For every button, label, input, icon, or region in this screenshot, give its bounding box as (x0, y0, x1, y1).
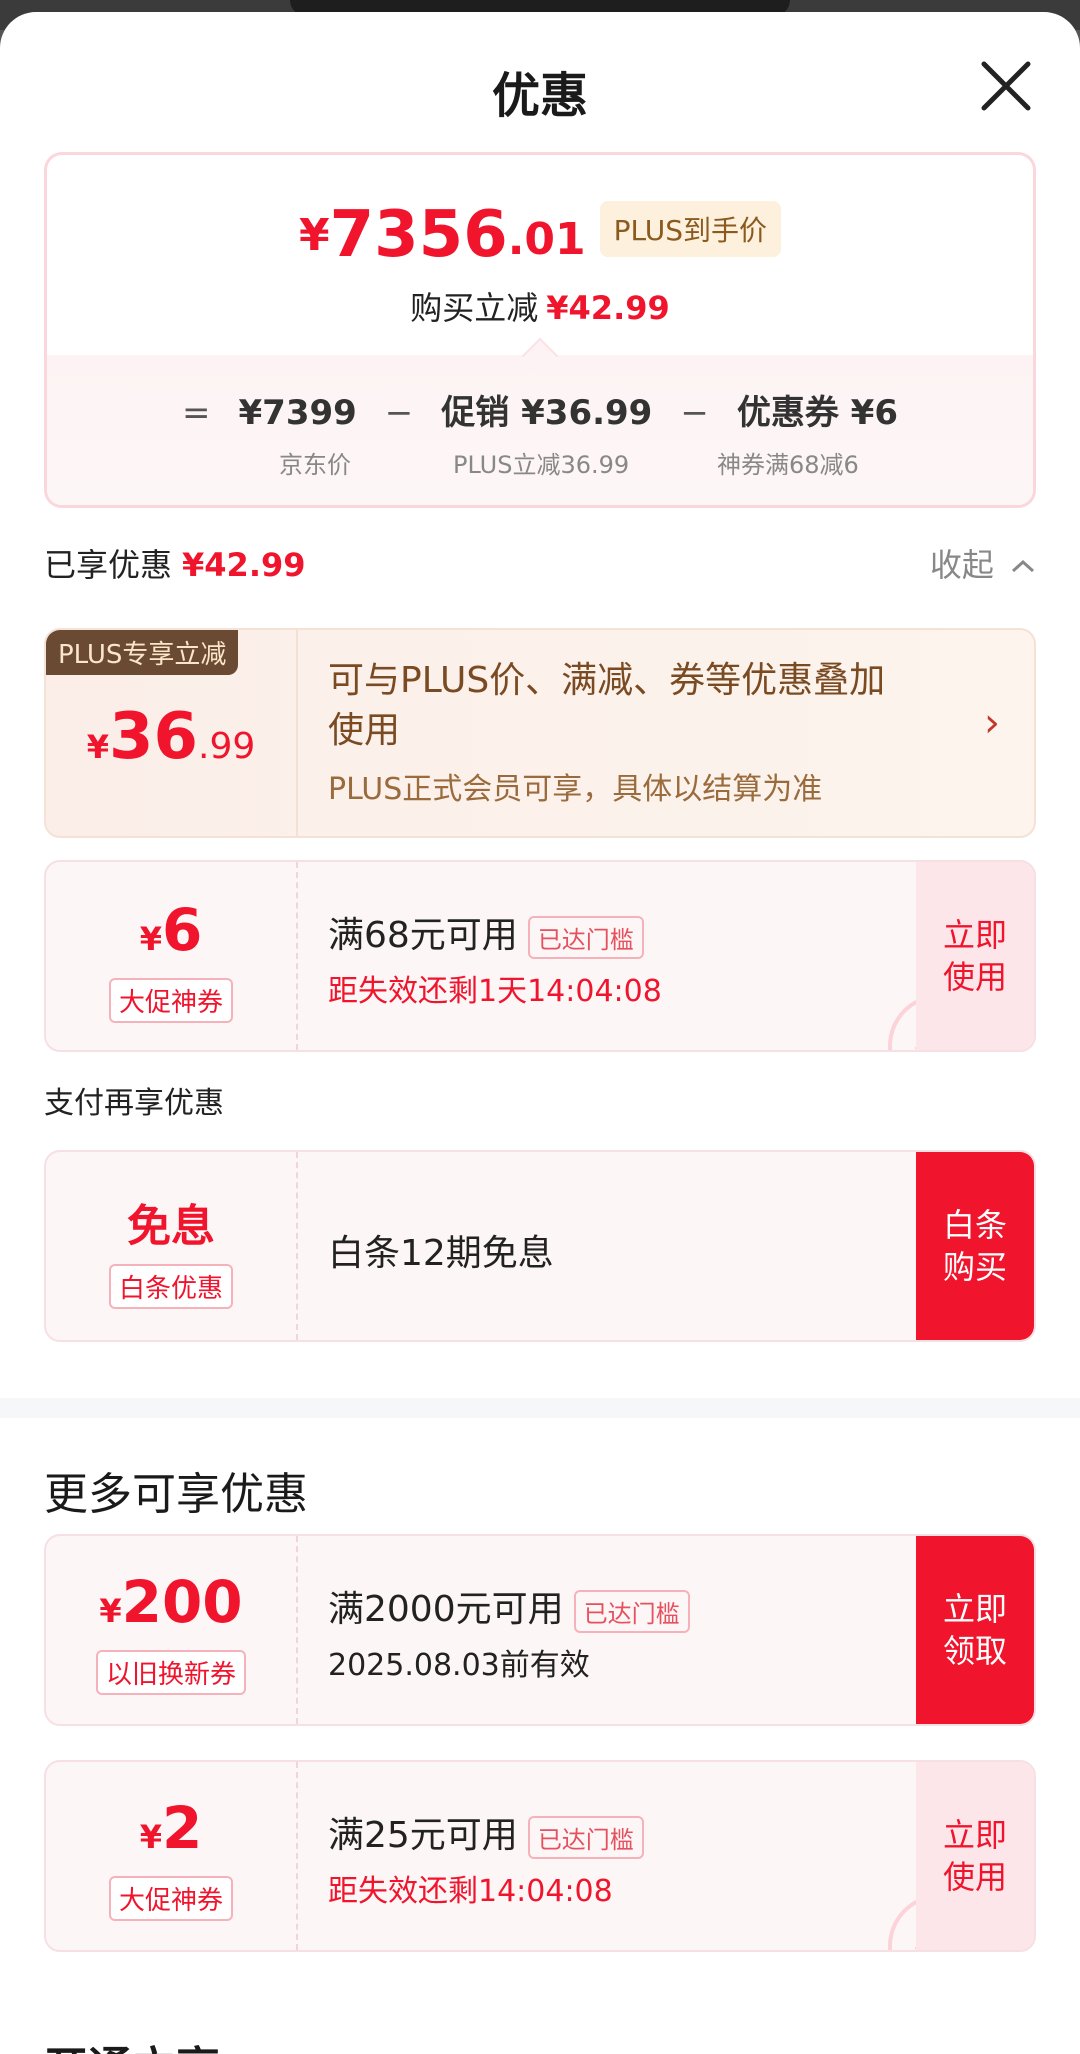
coupon-expiry: 距失效还剩14:04:08 (328, 1874, 613, 1909)
plus-desc-line2: 使用 (328, 710, 401, 751)
use-now-label: 立即使用 (942, 1816, 1007, 1896)
plus-desc-line1: 可与PLUS价、满减、券等优惠叠加 (328, 660, 886, 701)
threshold-badge: 已达门槛 (573, 1589, 690, 1633)
use-now-label: 立即使用 (942, 916, 1007, 996)
total-cut-label: 购买立减 (410, 289, 539, 327)
enjoyed-label: 已享优惠 (44, 546, 173, 584)
price-decimal: .01 (507, 214, 586, 265)
section-divider (0, 1398, 1080, 1418)
enjoyed-discount-row: 已享优惠 ¥42.99 收起 (44, 540, 1036, 586)
claim-now-button[interactable]: 立即领取 (916, 1536, 1034, 1724)
coupon-label: 神券满68减6 (717, 451, 859, 479)
coupon-card-2: ¥2 大促神券 满25元可用已达门槛 距失效还剩14:04:08 已领 立即使用 (44, 1760, 1036, 1952)
coupon-condition-text: 满68元可用 (328, 915, 518, 956)
plus-exclusive-tag: PLUS专享立减 (46, 630, 239, 675)
plus-discount-card[interactable]: PLUS专享立减 ¥36.99 可与PLUS价、满减、券等优惠叠加 使用 PLU… (44, 628, 1036, 838)
coupon-card-6: ¥6 大促神券 满68元可用已达门槛 距失效还剩1天14:04:08 已领 立即… (44, 860, 1036, 1052)
coupon-condition-text: 满2000元可用 (328, 1589, 564, 1630)
coupon-expiry: 2025.08.03前有效 (328, 1648, 590, 1683)
coupon-condition: 满2000元可用 已达门槛 (328, 1580, 690, 1633)
coupon-amount-value: 2 (161, 1794, 203, 1862)
plus-desc: 可与PLUS价、满减、券等优惠叠加 使用 (328, 656, 885, 756)
chevron-up-icon (1011, 559, 1035, 573)
coupon-card-200: ¥200 以旧换新券 满2000元可用 已达门槛 2025.08.03前有效 立即… (44, 1534, 1036, 1726)
discount-sheet: 优惠 ¥ 7356 .01 PLUS到手价 购买立减 ¥42.99 = ¥7399 (0, 12, 1080, 2054)
coupon-amount: 优惠券 ¥6 (736, 393, 898, 433)
price-integer: 7356 (329, 198, 508, 272)
threshold-badge: 已达门槛 (527, 1815, 644, 1859)
jd-price: ¥7399 (238, 393, 357, 433)
baitiao-badge: 白条优惠 (108, 1264, 233, 1309)
close-button[interactable] (976, 56, 1036, 116)
final-price: ¥ 7356 .01 PLUS到手价 (47, 199, 1033, 271)
sheet-header: 优惠 (0, 12, 1080, 152)
pay-section-title: 支付再享优惠 (44, 1086, 224, 1121)
chevron-right-icon: › (984, 700, 1000, 746)
more-section-title: 更多可享优惠 (44, 1469, 308, 1520)
promo-amount: 促销 ¥36.99 (441, 393, 653, 433)
coupon-type-badge: 以旧换新券 (95, 1650, 246, 1695)
use-now-button[interactable]: 立即使用 (916, 862, 1034, 1050)
plus-amount-decimal: .99 (198, 726, 256, 767)
currency-symbol: ¥ (99, 1592, 122, 1630)
jd-price-label: 京东价 (279, 451, 351, 479)
baitiao-desc: 白条12期免息 (328, 1233, 554, 1274)
coupon-type-badge: 大促神券 (108, 1876, 233, 1921)
plus-price-tag: PLUS到手价 (599, 201, 782, 257)
claim-now-label: 立即领取 (942, 1590, 1007, 1670)
price-breakdown: = ¥7399 − 促销 ¥36.99 − 优惠券 ¥6 京东价 PLUS立减3… (47, 355, 1033, 505)
total-cut-value: ¥42.99 (546, 289, 670, 327)
total-cut: 购买立减 ¥42.99 (47, 283, 1033, 329)
use-now-button[interactable]: 立即使用 (916, 1762, 1034, 1950)
coupon-amount: ¥2 (46, 1794, 296, 1862)
promo-label: PLUS立减36.99 (453, 451, 630, 479)
price-summary-card: ¥ 7356 .01 PLUS到手价 购买立减 ¥42.99 = ¥7399 − … (44, 152, 1036, 508)
coupon-condition: 满25元可用 已达门槛 (328, 1806, 644, 1859)
currency-symbol: ¥ (298, 210, 330, 261)
plus-amount: ¥36.99 (46, 700, 296, 774)
coupon-condition: 满68元可用 已达门槛 (328, 906, 644, 959)
coupon-amount: ¥6 (46, 896, 296, 964)
currency-symbol: ¥ (139, 1818, 162, 1856)
baitiao-buy-label: 白条购买 (942, 1206, 1007, 1286)
sheet-title: 优惠 (491, 68, 588, 124)
collapse-button[interactable]: 收起 (930, 540, 1036, 586)
baitiao-card: 免息 白条优惠 白条12期免息 白条购买 (44, 1150, 1036, 1342)
plus-note: PLUS正式会员可享，具体以结算为准 (328, 772, 823, 807)
coupon-amount: ¥200 (46, 1568, 296, 1636)
enjoyed-value: ¥42.99 (182, 546, 306, 584)
collapse-label: 收起 (929, 546, 994, 584)
plus-amount-integer: 36 (108, 700, 199, 774)
threshold-badge: 已达门槛 (527, 915, 644, 959)
baitiao-buy-button[interactable]: 白条购买 (916, 1152, 1034, 1340)
close-icon (981, 61, 1031, 111)
coupon-amount-value: 6 (161, 896, 203, 964)
coupon-condition-text: 满25元可用 (328, 1815, 518, 1856)
coupon-type-badge: 大促神券 (108, 978, 233, 1023)
currency-symbol: ¥ (139, 920, 162, 958)
interest-free-label: 免息 (127, 1201, 215, 1252)
currency-symbol: ¥ (86, 728, 109, 766)
minus-sign: − (384, 393, 414, 433)
coupon-expiry: 距失效还剩1天14:04:08 (328, 974, 662, 1009)
coupon-amount-value: 200 (121, 1568, 243, 1636)
minus-sign: − (680, 393, 709, 433)
next-section-title: 开通立享 (44, 2032, 220, 2054)
equals-sign: = (182, 393, 211, 433)
